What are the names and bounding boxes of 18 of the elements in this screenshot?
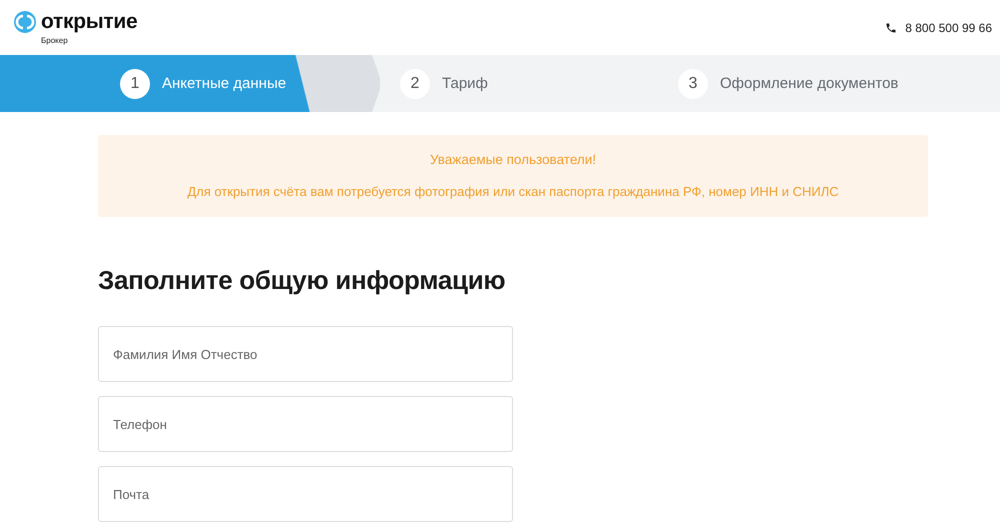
step-label: Тариф [442, 75, 488, 92]
step-label: Оформление документов [720, 75, 898, 92]
step-number: 3 [678, 68, 708, 98]
step-number: 2 [400, 68, 430, 98]
input-field[interactable]: Почта [98, 466, 513, 522]
logo-text: открытие [41, 10, 138, 34]
step-label: Анкетные данные [162, 75, 286, 92]
phone-icon [885, 22, 898, 34]
input-field[interactable]: Фамилия Имя Отчество [98, 326, 513, 382]
input-field[interactable]: Телефон [98, 396, 513, 452]
logo-subtitle: Брокер [41, 36, 69, 45]
form-title: Заполните общую информацию [98, 265, 506, 296]
step-tab[interactable]: 1 Анкетные данные [0, 55, 382, 112]
notice-text: Для открытия счёта вам потребуется фотография или скан паспорта гражданина РФ, номер ИНН и СНИЛС [187, 184, 839, 199]
notice-title: Уважаемые пользователи! [430, 152, 596, 167]
logo-icon [14, 11, 36, 33]
step-number: 1 [120, 68, 150, 98]
phone-number[interactable]: 8 800 500 99 66 [905, 20, 992, 34]
